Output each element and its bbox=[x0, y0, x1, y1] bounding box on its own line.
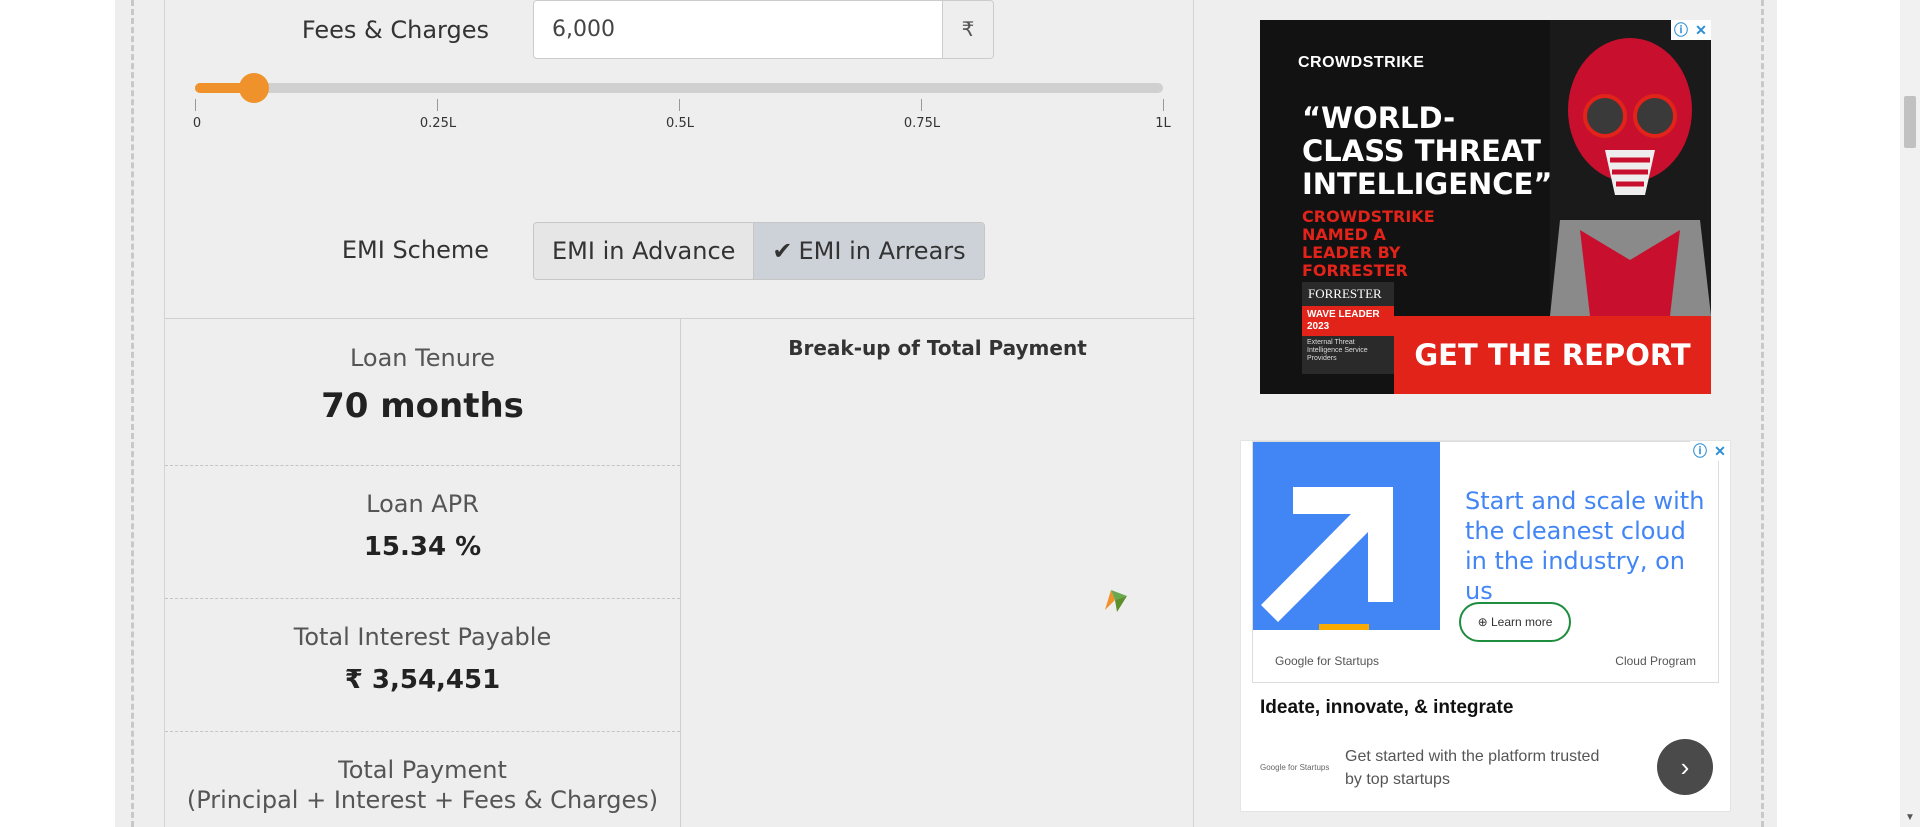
slider-tick-label: 0.75L bbox=[903, 116, 941, 131]
scroll-down-arrow-icon[interactable]: ▼ bbox=[1905, 812, 1915, 823]
slider-tick bbox=[437, 99, 438, 111]
forrester-badge: FORRESTER WAVE LEADER 2023 External Thre… bbox=[1302, 282, 1394, 374]
column-divider bbox=[680, 318, 681, 827]
total-interest-stat: Total Interest Payable ₹ 3,54,451 bbox=[165, 623, 680, 695]
total-payment-label: Total Payment bbox=[338, 756, 507, 784]
emi-advance-label: EMI in Advance bbox=[552, 237, 736, 265]
emi-arrears-label: EMI in Arrears bbox=[798, 237, 966, 265]
loan-tenure-value: 70 months bbox=[321, 386, 524, 426]
stat-separator bbox=[165, 731, 680, 732]
slider-tick-label: 0.5L bbox=[666, 116, 694, 131]
emi-calculator-panel: Fees & Charges 6,000 ₹ 0 0.25L 0.5L 0.75… bbox=[164, 0, 1195, 827]
info-icon[interactable]: ⓘ bbox=[1671, 20, 1691, 40]
total-payment-stat: Total Payment (Principal + Interest + Fe… bbox=[165, 756, 680, 814]
ad1-subhead: CROWDSTRIKE NAMED A LEADER BY FORRESTER bbox=[1302, 207, 1435, 280]
learn-more-button[interactable]: ⊕ Learn more bbox=[1459, 602, 1571, 642]
info-icon[interactable]: ⓘ bbox=[1690, 441, 1710, 461]
crowdstrike-logo: CROWDSTRIKE bbox=[1298, 54, 1425, 71]
robot-illustration-icon bbox=[1550, 20, 1711, 316]
slider-tick bbox=[1163, 99, 1164, 111]
slider-tick-label: 1L bbox=[1155, 116, 1171, 131]
loan-apr-stat: Loan APR 15.34 % bbox=[165, 490, 680, 562]
left-dashed-border bbox=[131, 0, 134, 827]
google-for-startups-label: Google for Startups bbox=[1275, 654, 1380, 668]
page-scrollbar[interactable]: ▼ bbox=[1900, 0, 1920, 827]
close-icon[interactable]: ✕ bbox=[1691, 20, 1711, 40]
slider-tick-label: 0 bbox=[192, 116, 202, 131]
ad2-headline[interactable]: Ideate, innovate, & integrate bbox=[1260, 697, 1513, 719]
arrow-graphic bbox=[1253, 442, 1440, 630]
emi-scheme-toggle: EMI in Advance ✔ EMI in Arrears bbox=[533, 222, 985, 280]
scrollbar-thumb[interactable] bbox=[1904, 96, 1916, 148]
payment-breakup-pie-chart bbox=[1105, 590, 1127, 612]
emi-arrears-button[interactable]: ✔ EMI in Arrears bbox=[753, 223, 984, 279]
rupee-addon: ₹ bbox=[943, 0, 994, 59]
wave-leader-label: WAVE LEADER 2023 bbox=[1302, 306, 1394, 336]
emi-advance-button[interactable]: EMI in Advance bbox=[534, 223, 754, 279]
chevron-right-icon[interactable]: › bbox=[1657, 739, 1713, 795]
forrester-brand: FORRESTER bbox=[1308, 286, 1382, 301]
ad2-banner[interactable]: Start and scale with the cleanest cloud … bbox=[1252, 441, 1719, 683]
slider-tick bbox=[921, 99, 922, 111]
check-icon: ✔ bbox=[772, 237, 793, 265]
fees-input[interactable]: 6,000 bbox=[533, 0, 943, 59]
total-payment-sublabel: (Principal + Interest + Fees & Charges) bbox=[186, 786, 659, 814]
fees-slider-handle[interactable] bbox=[239, 73, 269, 103]
loan-apr-value: 15.34 % bbox=[363, 532, 482, 562]
right-dashed-border bbox=[1761, 0, 1764, 827]
slider-tick-label: 0.25L bbox=[419, 116, 457, 131]
learn-more-label: Learn more bbox=[1491, 615, 1553, 629]
loan-apr-label: Loan APR bbox=[366, 490, 479, 518]
loan-tenure-stat: Loan Tenure 70 months bbox=[165, 344, 680, 426]
emi-scheme-label: EMI Scheme bbox=[341, 236, 489, 264]
ad-choices: ⓘ ✕ bbox=[1690, 441, 1730, 461]
slider-tick bbox=[195, 99, 196, 111]
get-the-report-button[interactable]: GET THE REPORT bbox=[1394, 316, 1711, 394]
close-icon[interactable]: ✕ bbox=[1710, 441, 1730, 461]
crowdstrike-ad[interactable]: CROWDSTRIKE “WORLD-CLASS THREAT INTELLIG… bbox=[1260, 20, 1711, 394]
google-for-startups-mini-logo: Google for Startups bbox=[1260, 763, 1330, 772]
total-interest-label: Total Interest Payable bbox=[293, 623, 552, 651]
ad1-headline: “WORLD-CLASS THREAT INTELLIGENCE” bbox=[1302, 101, 1553, 201]
ad-choices: ⓘ ✕ bbox=[1671, 20, 1711, 40]
ad2-description: Get started with the platform trusted by… bbox=[1345, 748, 1600, 788]
chart-title: Break-up of Total Payment bbox=[788, 336, 1087, 360]
total-interest-value: ₹ 3,54,451 bbox=[344, 665, 501, 695]
fees-slider-track[interactable] bbox=[195, 83, 1163, 93]
stat-separator bbox=[165, 465, 680, 466]
fees-label: Fees & Charges bbox=[301, 16, 489, 44]
cloud-program-label: Cloud Program bbox=[1615, 654, 1696, 668]
slider-tick bbox=[679, 99, 680, 111]
loan-tenure-label: Loan Tenure bbox=[349, 344, 496, 372]
arrow-up-right-icon bbox=[1261, 487, 1393, 630]
ad2-tagline: Start and scale with the cleanest cloud … bbox=[1465, 487, 1705, 605]
badge-category: External Threat Intelligence Service Pro… bbox=[1307, 339, 1368, 362]
stat-separator bbox=[165, 598, 680, 599]
google-cloud-ad[interactable]: Start and scale with the cleanest cloud … bbox=[1240, 440, 1731, 812]
